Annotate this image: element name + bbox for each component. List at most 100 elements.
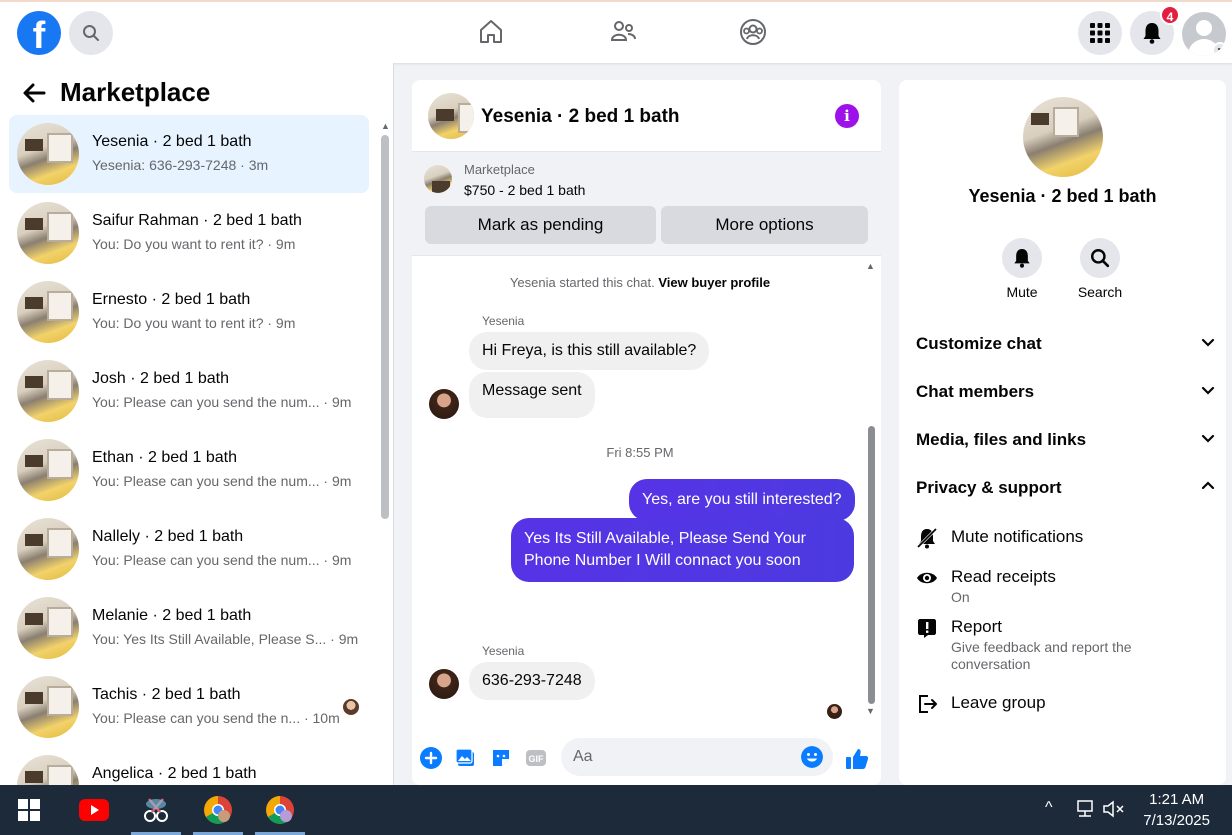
search-button[interactable] bbox=[69, 11, 113, 55]
conversation-preview: You: Do you want to rent it? · 9m bbox=[92, 236, 296, 252]
mark-as-pending-button[interactable]: Mark as pending bbox=[425, 206, 656, 244]
listing-thumbnail bbox=[17, 439, 79, 501]
system-clock[interactable]: 1:21 AM 7/13/2025 bbox=[1143, 789, 1210, 831]
chat-panel: Yesenia · 2 bed 1 bath i Marketplace $75… bbox=[412, 80, 881, 785]
home-nav[interactable] bbox=[475, 16, 507, 48]
conversation-list-scrollbar[interactable]: ▲ bbox=[381, 121, 390, 781]
read-receipts-state: On bbox=[951, 589, 970, 605]
conversation-item[interactable]: Saifur Rahman · 2 bed 1 bath You: Do you… bbox=[9, 194, 369, 272]
chat-members-section[interactable]: Chat members bbox=[916, 374, 1216, 414]
conversation-name: Ethan · 2 bed 1 bath bbox=[92, 449, 237, 466]
conversation-item[interactable]: Josh · 2 bed 1 bath You: Please can you … bbox=[9, 352, 369, 430]
mute-action[interactable]: Mute bbox=[992, 238, 1052, 300]
windows-logo-icon bbox=[18, 799, 40, 821]
listing-thumbnail bbox=[17, 597, 79, 659]
search-label: Search bbox=[1077, 284, 1123, 300]
groups-nav[interactable] bbox=[737, 16, 769, 48]
conversation-item[interactable]: Yesenia · 2 bed 1 bath Yesenia: 636-293-… bbox=[9, 115, 369, 193]
listing-thumbnail bbox=[17, 281, 79, 343]
seen-avatar bbox=[827, 704, 842, 719]
back-arrow-icon[interactable] bbox=[22, 82, 46, 104]
conversation-preview: You: Yes Its Still Available, Please S..… bbox=[92, 631, 359, 647]
clock-time: 1:21 AM bbox=[1149, 791, 1205, 808]
chevron-up-icon[interactable]: ^ bbox=[1045, 799, 1053, 817]
media-files-links-section[interactable]: Media, files and links bbox=[916, 422, 1216, 462]
logo-letter: f bbox=[32, 15, 46, 55]
conversation-name: Ernesto · 2 bed 1 bath bbox=[92, 291, 251, 308]
chrome-taskbar-app[interactable] bbox=[193, 790, 243, 835]
search-icon bbox=[1091, 248, 1110, 268]
marketplace-header: Marketplace bbox=[22, 77, 210, 108]
facebook-logo[interactable]: f bbox=[17, 11, 61, 55]
conversation-item[interactable]: Nallely · 2 bed 1 bath You: Please can y… bbox=[9, 510, 369, 588]
thumbs-up-icon[interactable] bbox=[845, 747, 869, 771]
chat-profile-avatar[interactable] bbox=[1023, 97, 1103, 177]
volume-muted-icon[interactable] bbox=[1102, 799, 1126, 819]
outgoing-message[interactable]: Yes, are you still interested? bbox=[629, 479, 855, 521]
search-action[interactable]: Search bbox=[1070, 238, 1130, 300]
network-icon[interactable] bbox=[1074, 799, 1096, 819]
menu-button[interactable] bbox=[1078, 11, 1122, 55]
chrome-profile-taskbar-app[interactable] bbox=[255, 790, 305, 835]
listing-thumbnail bbox=[17, 755, 79, 785]
snipping-tool-taskbar-app[interactable] bbox=[131, 790, 181, 835]
conversation-item[interactable]: Ernesto · 2 bed 1 bath You: Do you want … bbox=[9, 273, 369, 351]
chevron-down-icon bbox=[1201, 338, 1215, 347]
listing-mini-thumbnail bbox=[424, 165, 452, 193]
listing-thumbnail bbox=[17, 123, 79, 185]
conversation-item[interactable]: Ethan · 2 bed 1 bath You: Please can you… bbox=[9, 431, 369, 509]
conversation-item[interactable]: Angelica · 2 bed 1 bath bbox=[9, 747, 369, 785]
bell-icon bbox=[1143, 23, 1161, 44]
more-options-button[interactable]: More options bbox=[661, 206, 868, 244]
start-button[interactable] bbox=[4, 790, 54, 830]
read-receipts-option[interactable]: Read receipts On bbox=[916, 567, 1216, 607]
incoming-message[interactable]: Message sent bbox=[469, 372, 595, 418]
conversation-item[interactable]: Melanie · 2 bed 1 bath You: Yes Its Stil… bbox=[9, 589, 369, 667]
incoming-message[interactable]: Hi Freya, is this still available? bbox=[469, 332, 710, 370]
conversation-name: Angelica · 2 bed 1 bath bbox=[92, 765, 257, 782]
emoji-icon[interactable] bbox=[801, 746, 823, 768]
message-input[interactable]: Aa bbox=[561, 738, 833, 776]
gif-icon[interactable]: GIF bbox=[525, 747, 547, 769]
sender-name: Yesenia bbox=[482, 644, 525, 658]
listing-thumbnail bbox=[17, 360, 79, 422]
outgoing-message[interactable]: Yes Its Still Available, Please Send You… bbox=[511, 518, 854, 582]
scroll-down-arrow-icon[interactable]: ▼ bbox=[866, 706, 875, 716]
conversation-item[interactable]: Tachis · 2 bed 1 bath You: Please can yo… bbox=[9, 668, 369, 746]
section-title: Customize chat bbox=[916, 334, 1042, 353]
sticker-icon[interactable] bbox=[490, 747, 512, 769]
add-plus-icon[interactable] bbox=[420, 747, 442, 769]
search-in-chat-button[interactable] bbox=[1080, 238, 1120, 278]
privacy-support-section[interactable]: Privacy & support bbox=[916, 470, 1216, 510]
mute-button[interactable] bbox=[1002, 238, 1042, 278]
view-buyer-profile-link[interactable]: View buyer profile bbox=[658, 275, 770, 290]
mute-notifications-option[interactable]: Mute notifications bbox=[916, 527, 1216, 551]
chat-avatar[interactable] bbox=[428, 93, 474, 139]
scroll-up-arrow-icon[interactable]: ▲ bbox=[866, 261, 875, 271]
chat-title[interactable]: Yesenia · 2 bed 1 bath bbox=[481, 106, 680, 128]
scrollbar-thumb[interactable] bbox=[868, 426, 875, 704]
incoming-message[interactable]: 636-293-7248 bbox=[469, 662, 595, 700]
chat-scrollbar[interactable]: ▲ ▼ bbox=[866, 256, 876, 716]
account-avatar[interactable]: ▾ bbox=[1182, 12, 1226, 56]
report-option[interactable]: Report Give feedback and report the conv… bbox=[916, 617, 1216, 675]
customize-chat-section[interactable]: Customize chat bbox=[916, 326, 1216, 366]
notifications-button[interactable]: 4 bbox=[1130, 5, 1180, 55]
friends-nav[interactable] bbox=[607, 16, 639, 48]
listing-price[interactable]: $750 - 2 bed 1 bath bbox=[464, 182, 585, 198]
scroll-up-arrow-icon[interactable]: ▲ bbox=[381, 121, 390, 131]
conversation-preview: You: Please can you send the num... · 9m bbox=[92, 394, 352, 410]
scrollbar-thumb[interactable] bbox=[381, 135, 389, 519]
conversation-name: Saifur Rahman · 2 bed 1 bath bbox=[92, 212, 302, 229]
chevron-down-icon: ▾ bbox=[1212, 42, 1226, 56]
sender-avatar[interactable] bbox=[429, 389, 459, 419]
youtube-icon bbox=[79, 799, 109, 821]
photo-icon[interactable] bbox=[455, 747, 477, 769]
chevron-down-icon bbox=[1201, 386, 1215, 395]
youtube-taskbar-app[interactable] bbox=[69, 790, 119, 830]
leave-group-option[interactable]: Leave group bbox=[916, 693, 1216, 717]
info-icon[interactable]: i bbox=[835, 104, 859, 128]
option-title: Report bbox=[951, 617, 1003, 636]
conversation-preview: You: Please can you send the n... · 10m bbox=[92, 710, 340, 726]
sender-avatar[interactable] bbox=[429, 669, 459, 699]
